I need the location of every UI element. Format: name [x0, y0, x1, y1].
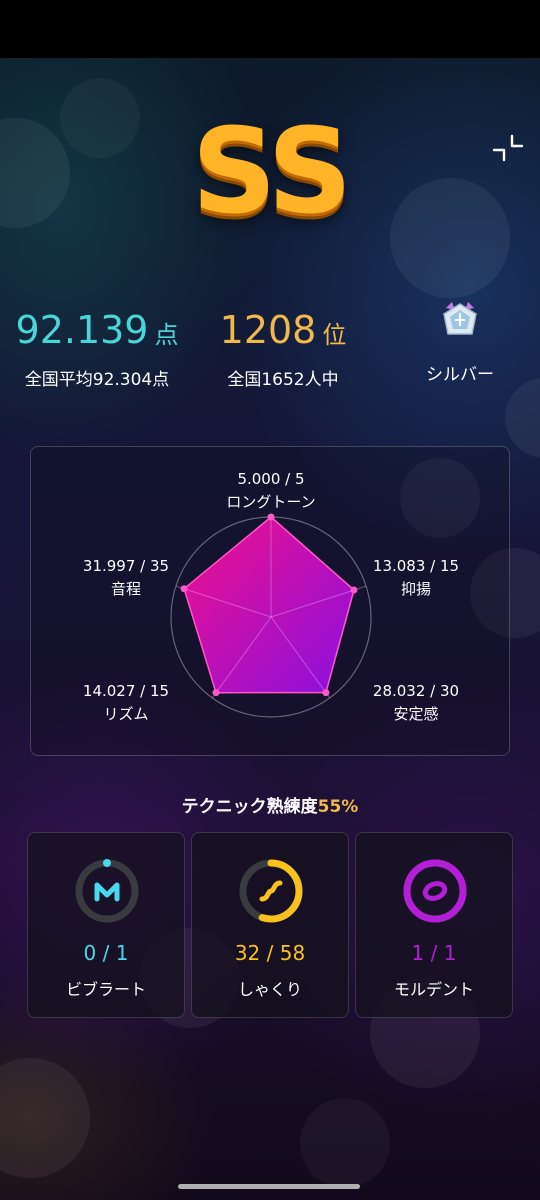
axis-name: 安定感 — [393, 705, 439, 723]
radar-point — [322, 689, 330, 697]
radar-area — [183, 516, 355, 694]
radar-point — [212, 689, 220, 697]
axis-longtone: 5.000 / 5 ロングトーン — [196, 468, 346, 514]
score-value: 92.139 点 — [15, 308, 179, 352]
medal-block[interactable]: シルバー — [400, 298, 520, 385]
participants-count: 全国1652人中 — [227, 370, 339, 390]
status-bar — [0, 0, 540, 58]
axis-name: 抑揚 — [400, 580, 431, 598]
mordent-progress-ring — [403, 859, 467, 923]
axis-score: 5.000 / 5 — [237, 470, 305, 488]
vibrato-progress-ring — [75, 859, 139, 923]
technique-title: テクニック熟練度55% — [181, 797, 359, 817]
radar-point — [267, 513, 275, 521]
technique-card-mordent[interactable]: 1 / 1 モルデント — [355, 832, 513, 1018]
technique-percent: 55% — [317, 797, 359, 817]
rank-block: 1208 位 全国1652人中 — [200, 308, 366, 390]
technique-count: 32 / 58 — [234, 941, 306, 965]
axis-name: ロングトーン — [226, 493, 316, 511]
radar-chart-card: 5.000 / 5 ロングトーン 13.083 / 15 抑揚 28.032 /… — [30, 446, 510, 756]
technique-card-shakuri[interactable]: 32 / 58 しゃくり — [191, 832, 349, 1018]
medal-label: シルバー — [426, 365, 494, 385]
grade-badge: SS — [191, 102, 353, 240]
shakuri-icon — [259, 880, 283, 902]
technique-count: 0 / 1 — [83, 941, 129, 965]
axis-stability: 28.032 / 30 安定感 — [341, 680, 491, 726]
technique-name: しゃくり — [237, 980, 302, 999]
axis-score: 13.083 / 15 — [372, 557, 460, 575]
axis-score: 14.027 / 15 — [82, 682, 170, 700]
technique-name: ビブラート — [65, 980, 146, 999]
mordent-icon — [422, 881, 448, 901]
axis-pitch: 31.997 / 35 音程 — [51, 555, 201, 601]
axis-intonation-dynamics: 13.083 / 15 抑揚 — [341, 555, 491, 601]
axis-rhythm: 14.027 / 15 リズム — [51, 680, 201, 726]
vibrato-icon — [94, 882, 120, 902]
axis-name: 音程 — [110, 580, 141, 598]
technique-name: モルデント — [393, 980, 474, 999]
technique-card-vibrato[interactable]: 0 / 1 ビブラート — [27, 832, 185, 1018]
technique-count: 1 / 1 — [411, 941, 457, 965]
axis-score: 28.032 / 30 — [372, 682, 460, 700]
silver-medal-icon — [443, 302, 477, 335]
rank-value: 1208 位 — [219, 308, 347, 352]
shakuri-progress-ring — [239, 859, 303, 923]
national-average: 全国平均92.304点 — [24, 370, 170, 390]
home-indicator[interactable] — [178, 1184, 360, 1189]
axis-score: 31.997 / 35 — [82, 557, 170, 575]
axis-name: リズム — [103, 705, 149, 723]
score-block: 92.139 点 全国平均92.304点 — [4, 308, 190, 390]
